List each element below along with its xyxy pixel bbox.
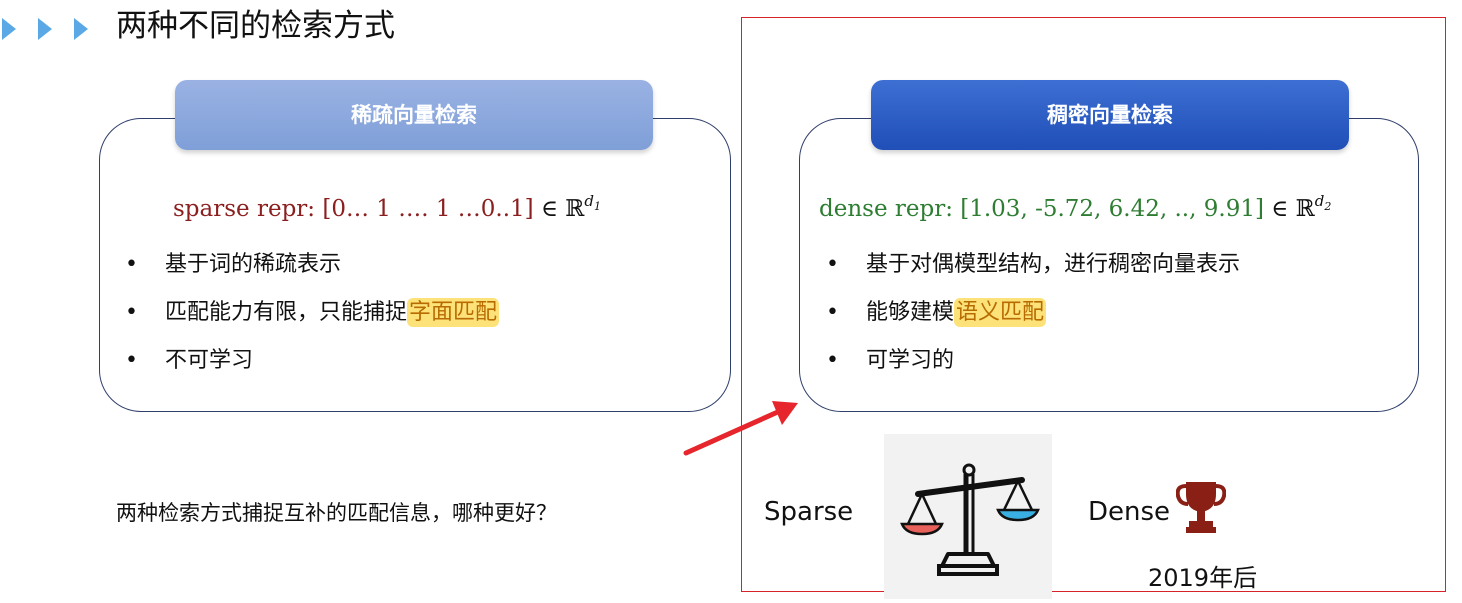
year-note: 2019年后 — [1148, 564, 1258, 592]
dense-repr-exp: d2 — [1314, 192, 1332, 213]
sparse-label: Sparse — [764, 497, 854, 527]
bullet-dot: • — [125, 348, 138, 373]
bullet-dot: • — [826, 348, 839, 373]
sparse-repr-tail: ∈ ℝ — [540, 196, 585, 222]
sparse-bullet-text: 基于词的稀疏表示 — [165, 252, 342, 277]
dense-repr-text: dense repr: [1.03, -5.72, 6.42, .., 9.91… — [819, 196, 1264, 222]
balance-scale-image — [884, 434, 1052, 599]
red-arrow-icon — [683, 401, 798, 456]
sparse-bullet-text: 匹配能力有限，只能捕捉 — [165, 300, 408, 325]
question-text: 两种检索方式捕捉互补的匹配信息，哪种更好？ — [116, 501, 557, 525]
sparse-exp-d: d — [584, 192, 595, 210]
dense-bullet-text: 可学习的 — [866, 348, 955, 373]
list-item: • 基于词的稀疏表示 — [125, 250, 499, 280]
bullet-dot: • — [826, 300, 839, 325]
balance-scale-icon — [900, 463, 1040, 576]
sparse-highlight: 字面匹配 — [407, 298, 500, 327]
dense-exp-d: d — [1314, 192, 1325, 210]
sparse-repr: sparse repr: [0… 1 …. 1 …0..1] ∈ ℝd1 — [173, 184, 601, 226]
dense-repr: dense repr: [1.03, -5.72, 6.42, .., 9.91… — [819, 184, 1331, 226]
dense-bullet-list: • 基于对偶模型结构，进行稠密向量表示 • 能够建模语义匹配 • 可学习的 — [826, 250, 1241, 394]
list-item: • 匹配能力有限，只能捕捉字面匹配 — [125, 298, 500, 328]
dense-bullet-text: 基于对偶模型结构，进行稠密向量表示 — [866, 252, 1241, 277]
triple-chevron-right-icon — [2, 18, 88, 40]
sparse-bullet-text: 不可学习 — [165, 348, 254, 373]
dense-highlight: 语义匹配 — [954, 298, 1047, 327]
bullet-dot: • — [125, 252, 138, 277]
bullet-dot: • — [826, 252, 839, 277]
list-item: • 基于对偶模型结构，进行稠密向量表示 — [826, 250, 1241, 280]
dense-bullet-text: 能够建模 — [866, 300, 955, 325]
sparse-exp-sub: 1 — [594, 200, 602, 213]
dense-label: Dense — [1088, 497, 1171, 527]
list-item: • 不可学习 — [125, 346, 499, 376]
sparse-tab: 稀疏向量检索 — [175, 80, 653, 150]
dense-repr-tail: ∈ ℝ — [1271, 196, 1315, 222]
sparse-repr-space: ∈ ℝd1 — [540, 192, 601, 222]
list-item: • 可学习的 — [826, 346, 1240, 376]
sparse-tab-label: 稀疏向量检索 — [351, 103, 477, 127]
dense-exp-sub: 2 — [1324, 200, 1332, 213]
bullet-dot: • — [125, 300, 138, 325]
list-item: • 能够建模语义匹配 — [826, 298, 1240, 328]
dense-tab-label: 稠密向量检索 — [1047, 103, 1173, 127]
sparse-repr-exp: d1 — [584, 192, 602, 213]
trophy-icon — [1176, 482, 1226, 533]
dense-tab: 稠密向量检索 — [871, 80, 1349, 150]
page-title: 两种不同的检索方式 — [116, 8, 395, 44]
dense-repr-space: ∈ ℝd2 — [1271, 192, 1331, 222]
sparse-repr-text: sparse repr: [0… 1 …. 1 …0..1] — [173, 196, 534, 222]
sparse-bullet-list: • 基于词的稀疏表示 • 匹配能力有限，只能捕捉字面匹配 • 不可学习 — [125, 250, 500, 394]
